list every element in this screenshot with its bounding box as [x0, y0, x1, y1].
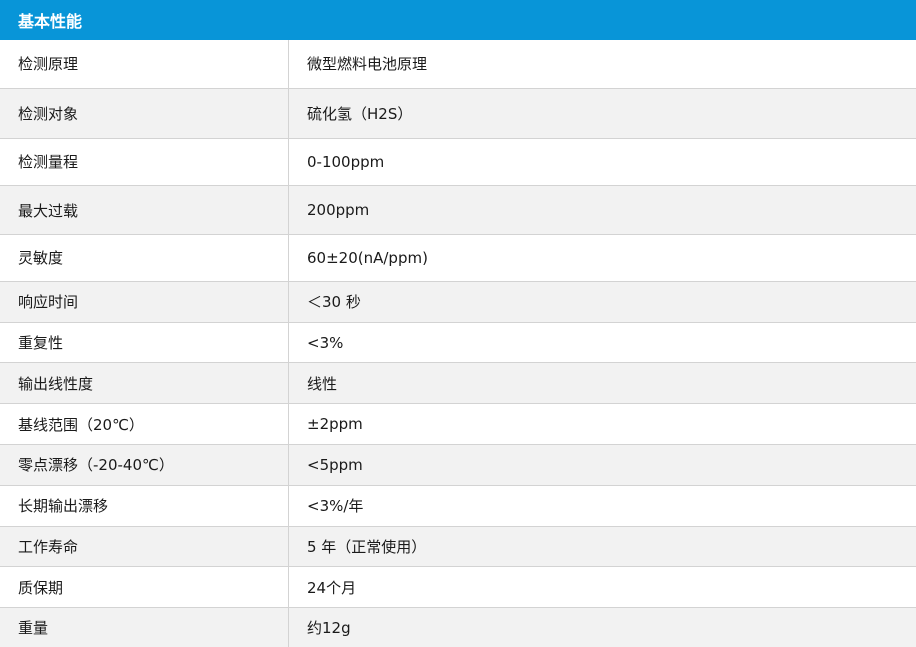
row-value: 60±20(nA/ppm): [307, 248, 428, 267]
table-row: 基线范围（20℃） ±2ppm: [0, 404, 916, 445]
row-value: <3%/年: [307, 497, 364, 516]
spec-table: 基本性能 检测原理 微型燃料电池原理 检测对象 硫化氢（H2S） 检测量程 0-…: [0, 0, 916, 647]
table-row: 响应时间 ＜30 秒: [0, 281, 916, 323]
row-label: 质保期: [0, 567, 289, 608]
row-label: 检测原理: [0, 40, 289, 88]
table-row: 检测原理 微型燃料电池原理: [0, 40, 916, 89]
row-label: 工作寿命: [0, 526, 289, 567]
row-value: 24个月: [307, 578, 357, 597]
row-value: <3%: [307, 333, 344, 352]
row-label: 零点漂移（-20-40℃）: [0, 445, 289, 485]
row-value: ±2ppm: [307, 415, 363, 434]
row-label: 长期输出漂移: [0, 485, 289, 526]
table-row: 检测对象 硫化氢（H2S）: [0, 88, 916, 139]
table-row: 质保期 24个月: [0, 567, 916, 609]
row-value: 线性: [307, 374, 338, 393]
table-row: 工作寿命 5 年（正常使用）: [0, 526, 916, 568]
table-row: 重量 约12g: [0, 608, 916, 647]
row-value: <5ppm: [307, 455, 363, 474]
row-label: 最大过载: [0, 186, 289, 235]
section-header: 基本性能: [0, 0, 916, 40]
row-value: ＜30 秒: [307, 293, 361, 312]
row-label: 重量: [0, 608, 289, 647]
table-row: 灵敏度 60±20(nA/ppm): [0, 235, 916, 282]
section-title: 基本性能: [18, 12, 83, 31]
row-label: 输出线性度: [0, 363, 289, 404]
table-row: 长期输出漂移 <3%/年: [0, 485, 916, 527]
table-row: 零点漂移（-20-40℃） <5ppm: [0, 445, 916, 486]
table-row: 重复性 <3%: [0, 322, 916, 364]
row-label: 灵敏度: [0, 235, 289, 281]
row-label: 响应时间: [0, 281, 289, 322]
row-label: 检测量程: [0, 138, 289, 186]
row-label: 基线范围（20℃）: [0, 404, 289, 444]
row-value: 约12g: [307, 619, 351, 638]
row-value: 0-100ppm: [307, 152, 385, 171]
row-value: 200ppm: [307, 201, 370, 220]
row-value: 5 年（正常使用）: [307, 537, 427, 556]
table-row: 输出线性度 线性: [0, 363, 916, 405]
table-row: 检测量程 0-100ppm: [0, 138, 916, 187]
row-label: 检测对象: [0, 88, 289, 138]
row-value: 微型燃料电池原理: [307, 55, 428, 74]
row-label: 重复性: [0, 322, 289, 363]
table-row: 最大过载 200ppm: [0, 186, 916, 236]
row-value: 硫化氢（H2S）: [307, 104, 413, 123]
